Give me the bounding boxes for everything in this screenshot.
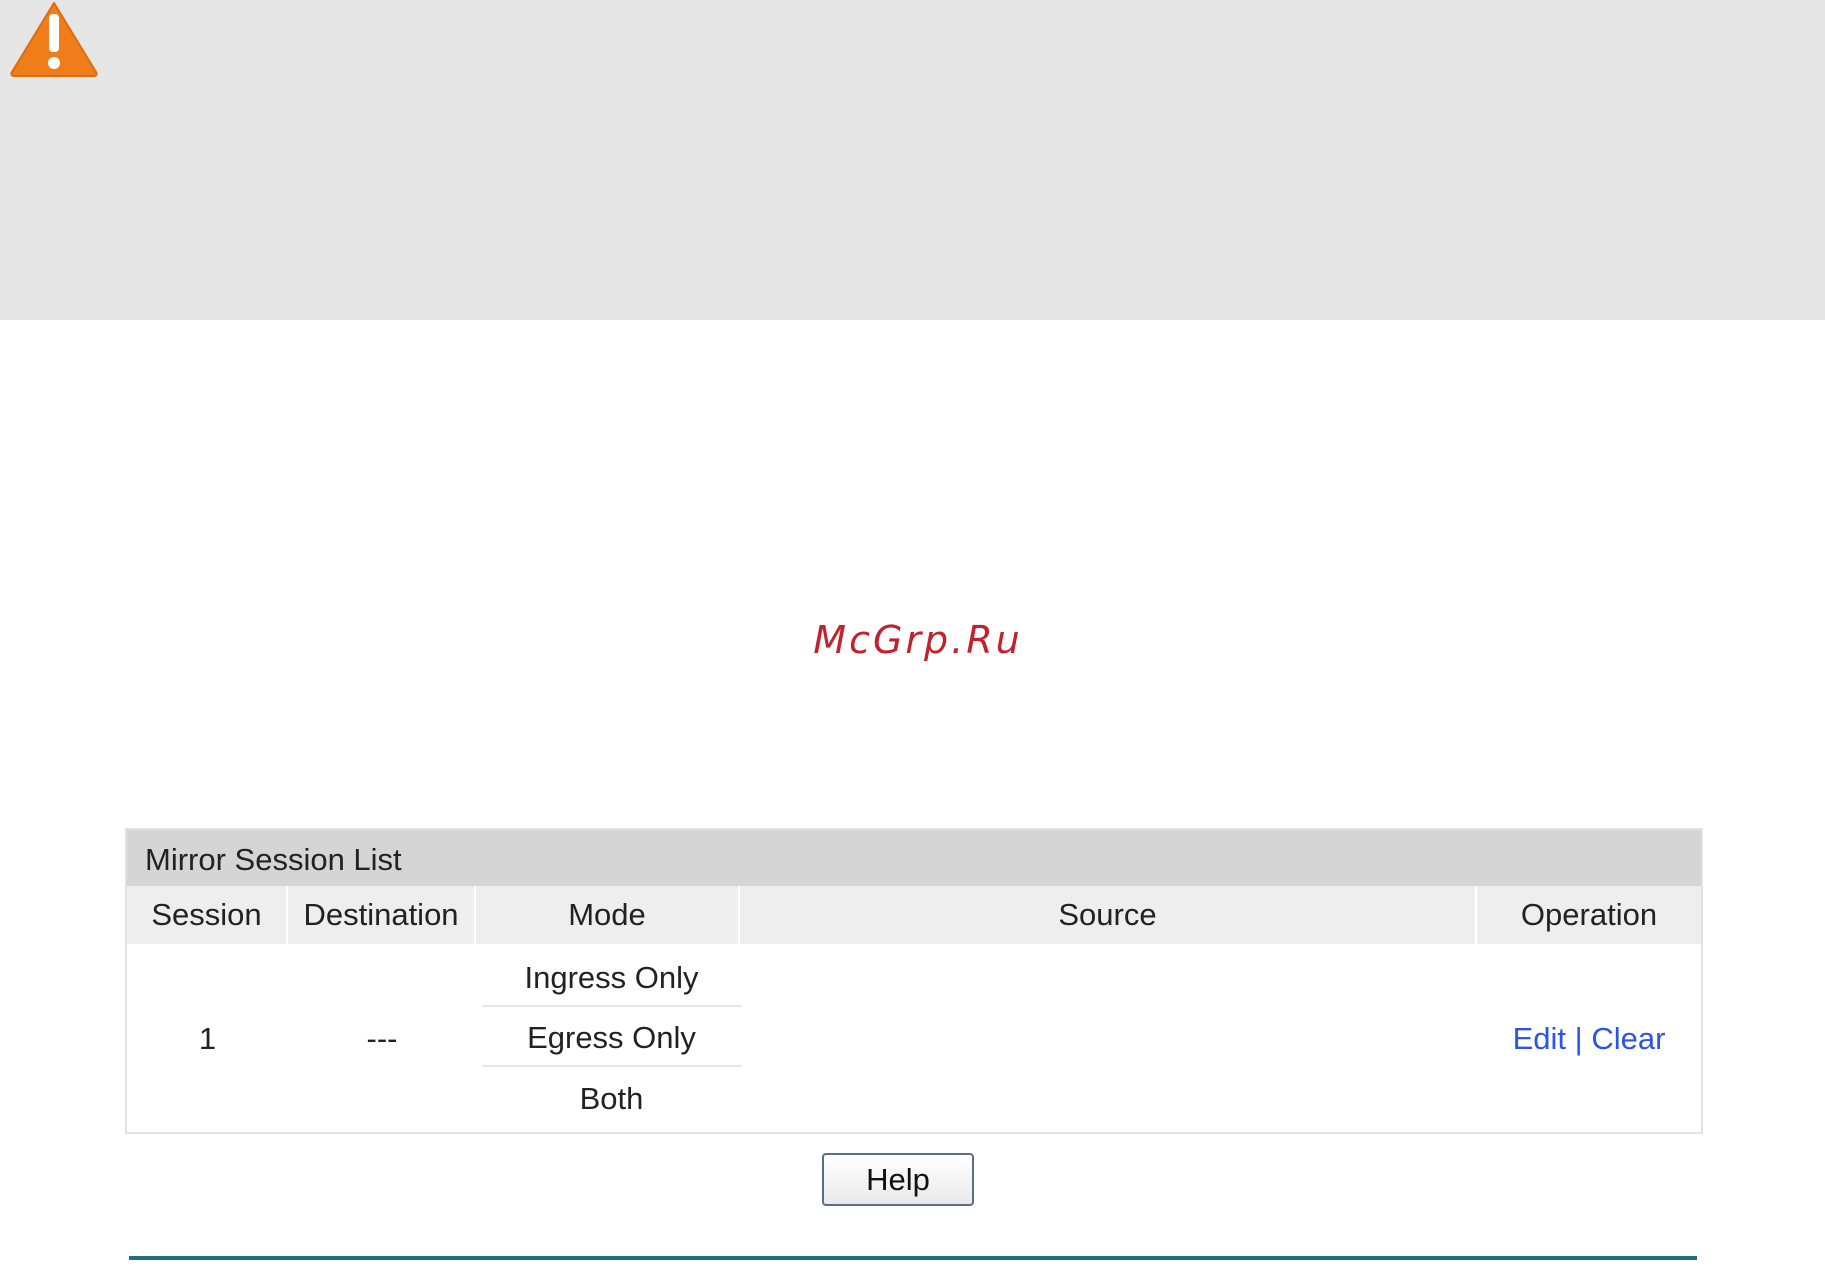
mode-egress-only: Egress Only [527,1020,696,1055]
help-button[interactable]: Help [822,1153,974,1206]
mode-divider [482,1065,741,1067]
mode-divider [482,1005,741,1007]
destination-cell: --- [366,1021,398,1056]
panel-title: Mirror Session List [127,830,1701,886]
mode-both: Both [579,1081,644,1116]
note-panel [0,0,1825,320]
mode-ingress-only: Ingress Only [524,960,699,995]
session-cell: 1 [198,1021,217,1056]
footer-divider [129,1256,1697,1260]
warning-triangle-icon [10,2,98,77]
watermark-text: McGrp.Ru [813,618,1023,662]
clear-link[interactable]: Clear [1591,1021,1665,1056]
table-header-row: Session Destination Mode Source Operatio… [127,886,1701,944]
operation-cell: Edit | Clear [1477,1021,1701,1057]
edit-link[interactable]: Edit [1513,1021,1566,1056]
header-operation: Operation [1520,897,1658,932]
header-source: Source [740,886,1477,944]
header-destination: Destination [288,886,476,944]
mirror-session-list-panel: Mirror Session List Session Destination … [125,828,1703,1134]
header-session: Session [127,886,288,944]
operation-separator: | [1574,1021,1583,1056]
header-mode: Mode [476,886,740,944]
